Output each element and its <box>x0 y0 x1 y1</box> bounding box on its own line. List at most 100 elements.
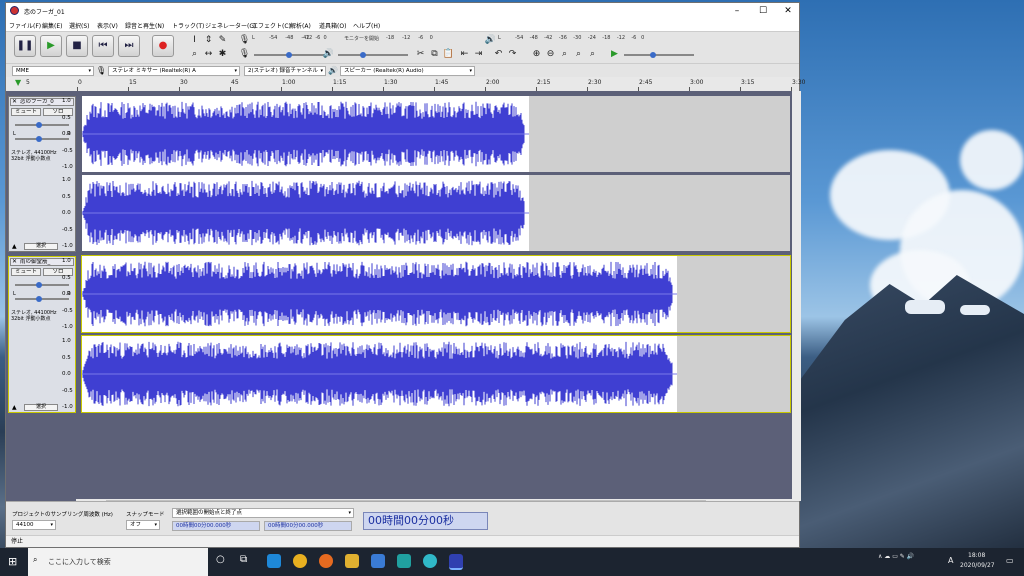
close-track-icon[interactable]: ✕ <box>12 259 17 265</box>
undo-icon[interactable]: ↶ <box>492 48 505 60</box>
close-track-icon[interactable]: ✕ <box>12 99 17 105</box>
menu-transport[interactable]: 録音と再生(N) <box>125 21 164 30</box>
menu-select[interactable]: 選択(S) <box>69 21 90 30</box>
app-icon[interactable] <box>423 554 437 568</box>
audio-position-display[interactable]: 00時間00分00秒 <box>363 512 488 530</box>
menu-analyze[interactable]: 解析(A) <box>290 21 311 30</box>
windows-start-icon[interactable]: ⊞ <box>8 555 17 568</box>
playback-device-dropdown[interactable]: スピーカー (Realtek(R) Audio) ▾ <box>340 66 475 76</box>
selection-tool-icon[interactable]: I <box>188 34 201 46</box>
redo-icon[interactable]: ↷ <box>506 48 519 60</box>
mute-button[interactable]: ミュート <box>11 268 41 276</box>
clock-date[interactable]: 2020/09/27 <box>960 562 995 569</box>
mute-button[interactable]: ミュート <box>11 108 41 116</box>
menu-view[interactable]: 表示(V) <box>97 21 118 30</box>
speaker-icon[interactable]: 🔊 <box>484 34 497 46</box>
waveform-channel[interactable] <box>81 255 791 333</box>
selection-end-field[interactable]: 00時間00分00.000秒 <box>264 521 352 531</box>
select-track-button[interactable]: 選択 <box>24 243 58 250</box>
pan-knob[interactable] <box>36 136 42 142</box>
zoom-tool-icon[interactable]: ⌕ <box>188 48 201 60</box>
select-track-button[interactable]: 選択 <box>24 404 58 411</box>
pan-knob[interactable] <box>36 296 42 302</box>
waveform-channel[interactable] <box>82 175 790 251</box>
record-button[interactable]: ● <box>152 35 174 57</box>
task-view-icon[interactable]: ⧉ <box>240 554 247 565</box>
waveform-channel[interactable] <box>82 96 790 172</box>
multi-tool-icon[interactable]: ✱ <box>216 48 229 60</box>
edge-browser-icon[interactable] <box>267 554 281 568</box>
zoom-toggle-icon[interactable]: ⌕ <box>586 48 599 60</box>
monitor-label[interactable]: モニターを開始 <box>344 35 379 42</box>
pan-slider[interactable] <box>15 138 69 140</box>
gain-knob[interactable] <box>36 122 42 128</box>
track-area[interactable]: ✕ 恋のフーガ_0 ミュート ソロ L R ステレオ, 44100Hz 32bit … <box>6 91 792 501</box>
cut-icon[interactable]: ✂ <box>414 48 427 60</box>
zoom-out-icon[interactable]: ⊖ <box>544 48 557 60</box>
file-explorer-icon[interactable] <box>345 554 359 568</box>
stop-button[interactable]: ■ <box>66 35 88 57</box>
draw-tool-icon[interactable]: ✎ <box>216 34 229 46</box>
menu-effect[interactable]: エフェクト(C) <box>252 21 291 30</box>
skip-to-start-button[interactable]: ⏮ <box>92 35 114 57</box>
pan-slider[interactable] <box>15 298 69 300</box>
play-speed-knob[interactable] <box>650 52 656 58</box>
silence-icon[interactable]: ⇥ <box>472 48 485 60</box>
close-button[interactable]: ✕ <box>777 3 799 19</box>
fit-project-icon[interactable]: ⌕ <box>572 48 585 60</box>
microphone-icon[interactable]: 🎙 <box>238 34 251 46</box>
menu-help[interactable]: ヘルプ(H) <box>353 21 380 30</box>
timeshift-tool-icon[interactable]: ↔ <box>202 48 215 60</box>
trim-icon[interactable]: ⇤ <box>458 48 471 60</box>
host-dropdown[interactable]: MME ▾ <box>12 66 94 76</box>
paste-icon[interactable]: 📋 <box>442 48 455 60</box>
play-at-speed-icon[interactable]: ▶ <box>608 48 621 60</box>
gain-knob[interactable] <box>36 282 42 288</box>
collapse-icon[interactable]: ▲ <box>12 404 17 411</box>
pause-button[interactable]: ❚❚ <box>14 35 36 57</box>
taskbar-search-box[interactable]: ⌕ ここに入力して検索 <box>28 548 208 576</box>
waveform-channel[interactable] <box>81 335 791 413</box>
maximize-button[interactable]: ☐ <box>752 3 774 19</box>
playback-meter-scale[interactable]: L -54 -48 -42 -36 -30 -24 -18 -12 -6 0 <box>498 35 644 41</box>
envelope-tool-icon[interactable]: ⇕ <box>202 34 215 46</box>
gain-slider[interactable] <box>15 124 69 126</box>
menu-generate[interactable]: ジェネレーター(G) <box>205 21 256 30</box>
selection-start-field[interactable]: 00時間00分00.000秒 <box>172 521 260 531</box>
zoom-in-icon[interactable]: ⊕ <box>530 48 543 60</box>
firefox-icon[interactable] <box>319 554 333 568</box>
system-tray-icons[interactable]: ∧ ☁ ▭ ✎ 🔊 <box>878 553 914 560</box>
record-meter-scale[interactable]: L -54 -48 -42 <box>252 35 310 41</box>
playback-volume-slider[interactable] <box>338 54 408 56</box>
gain-slider[interactable] <box>15 284 69 286</box>
skip-to-end-button[interactable]: ⏭ <box>118 35 140 57</box>
app-icon[interactable] <box>397 554 411 568</box>
fit-selection-icon[interactable]: ⌕ <box>558 48 571 60</box>
snap-dropdown[interactable]: オフ ▾ <box>126 520 160 530</box>
notification-icon[interactable]: ▭ <box>1006 556 1014 565</box>
menu-edit[interactable]: 編集(E) <box>42 21 62 30</box>
timeline-ruler[interactable]: ▼ 5 0 15 30 45 1:00 1:15 1:30 1:45 2:00 2:15 2:30 2… <box>6 77 805 92</box>
chrome-icon[interactable] <box>293 554 307 568</box>
channels-dropdown[interactable]: 2(ステレオ) 録音チャンネル ▾ <box>244 66 326 76</box>
play-head-marker-icon[interactable]: ▼ <box>15 78 21 87</box>
menu-file[interactable]: ファイル(F) <box>9 21 41 30</box>
clock-time[interactable]: 18:08 <box>968 552 985 559</box>
rate-dropdown[interactable]: 44100 ▾ <box>12 520 56 530</box>
selection-mode-dropdown[interactable]: 選択範囲の開始点と終了点 ▾ <box>172 508 354 518</box>
cortana-icon[interactable]: ○ <box>216 554 225 565</box>
play-speed-slider[interactable] <box>624 54 694 56</box>
audacity-taskbar-icon[interactable] <box>449 554 463 570</box>
ime-indicator[interactable]: A <box>948 556 953 565</box>
vertical-scrollbar[interactable] <box>792 91 801 501</box>
recording-device-dropdown[interactable]: ステレオ ミキサー (Realtek(R) A ▾ <box>108 66 240 76</box>
play-button[interactable]: ▶ <box>40 35 62 57</box>
menu-tracks[interactable]: トラック(T) <box>172 21 204 30</box>
store-icon[interactable] <box>371 554 385 568</box>
collapse-icon[interactable]: ▲ <box>12 243 17 250</box>
minimize-button[interactable]: – <box>726 3 748 19</box>
playback-volume-knob[interactable] <box>360 52 366 58</box>
record-volume-knob[interactable] <box>286 52 292 58</box>
copy-icon[interactable]: ⧉ <box>428 48 441 60</box>
menu-tools[interactable]: 道具箱(O) <box>319 21 346 30</box>
